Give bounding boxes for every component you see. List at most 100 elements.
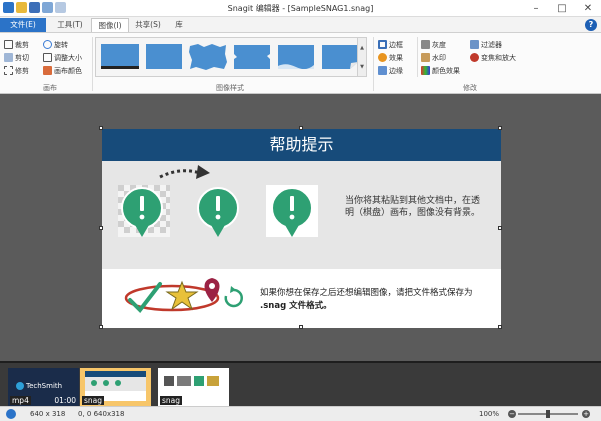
canvas-color-button[interactable]: 画布颜色 — [43, 65, 82, 76]
resize-handle[interactable] — [498, 226, 502, 230]
chevron-up-icon[interactable]: ▲ — [360, 45, 364, 51]
watermark-label: 水印 — [432, 53, 446, 62]
color-effects-button[interactable]: 颜色效果 — [421, 65, 460, 76]
border-icon — [378, 40, 387, 49]
style-thumb-edge[interactable] — [232, 42, 272, 72]
effects-icon — [378, 53, 387, 62]
canvas-color-icon — [43, 66, 52, 75]
resize-handle[interactable] — [299, 126, 303, 130]
tray-item-type: snag — [160, 396, 183, 405]
trim-icon — [4, 66, 13, 75]
filters-button[interactable]: 过滤器 — [470, 39, 502, 50]
styles-scrollbar[interactable]: ▲ ▼ — [357, 38, 366, 76]
grayscale-label: 灰度 — [432, 40, 446, 49]
rotate-icon — [43, 40, 52, 49]
crop-button[interactable]: 裁剪 — [4, 39, 29, 50]
color-effects-icon — [421, 66, 430, 75]
filters-icon — [470, 40, 479, 49]
resize-handle[interactable] — [99, 325, 103, 329]
tray-item-type: mp4 — [10, 396, 31, 405]
resize-handle[interactable] — [498, 325, 502, 329]
effects-button[interactable]: 效果 — [378, 52, 403, 63]
window-title: Snagit 编辑器 - [SampleSNAG1.snag] — [227, 4, 374, 13]
transparency-tip-text: 当你将其粘贴到其他文档中，在透明（棋盘）画布，图像没有背景。 — [345, 196, 481, 218]
zoom-out-button[interactable]: − — [508, 410, 516, 418]
ribbon-separator — [373, 37, 374, 91]
tab-share[interactable]: 共享(S) — [131, 18, 165, 32]
resize-button[interactable]: 调整大小 — [43, 52, 82, 63]
modify-group-label: 修改 — [463, 84, 477, 92]
icons-illustration — [124, 278, 243, 314]
resize-label: 调整大小 — [54, 53, 82, 62]
ribbon-separator — [417, 37, 418, 77]
rotate-button[interactable]: 旋转 — [43, 39, 68, 50]
chevron-down-icon[interactable]: ▼ — [360, 64, 364, 70]
status-bar: 640 x 318 0, 0 640x318 100% − + — [0, 406, 601, 421]
tray-item-video[interactable]: TechSmith mp4 01:00 — [8, 368, 79, 406]
resize-handle[interactable] — [99, 226, 103, 230]
edges-icon — [378, 66, 387, 75]
style-thumb-torn[interactable] — [188, 42, 228, 72]
tab-image[interactable]: 图像(I) — [91, 18, 129, 32]
watermark-icon — [421, 53, 430, 62]
image-document[interactable]: 帮助提示 当你将其粘贴到其他文档中，在透明（棋盘）画布，图像没有背景。 如果你想… — [99, 126, 502, 329]
spotlight-magnify-label: 变焦和放大 — [481, 53, 516, 62]
tray-item-snag[interactable]: snag — [158, 368, 229, 406]
cut-out-label: 剪切 — [15, 53, 29, 62]
techsmith-logo-icon — [16, 382, 24, 390]
resize-handle[interactable] — [99, 126, 103, 130]
grayscale-button[interactable]: 灰度 — [421, 39, 446, 50]
edges-button[interactable]: 边缘 — [378, 65, 403, 76]
watermark-button[interactable]: 水印 — [421, 52, 446, 63]
tab-file[interactable]: 文件(E) — [0, 18, 46, 32]
border-button[interactable]: 边框 — [378, 39, 403, 50]
edges-label: 边缘 — [389, 66, 403, 75]
spotlight-magnify-button[interactable]: 变焦和放大 — [470, 52, 516, 63]
border-label: 边框 — [389, 40, 403, 49]
grayscale-icon — [421, 40, 430, 49]
style-thumb-wave[interactable] — [276, 42, 316, 72]
cut-out-icon — [4, 53, 13, 62]
filters-label: 过滤器 — [481, 40, 502, 49]
canvas-group-label: 画布 — [43, 84, 57, 92]
spotlight-magnify-icon — [470, 53, 479, 62]
image-styles-gallery: ▲ ▼ — [95, 37, 367, 77]
zoom-in-button[interactable]: + — [582, 410, 590, 418]
tray-item-duration: 01:00 — [54, 396, 76, 405]
close-button[interactable]: ✕ — [575, 0, 601, 17]
crop-icon — [4, 40, 13, 49]
trim-label: 修剪 — [15, 66, 29, 75]
ribbon-panel: 裁剪 剪切 修剪 旋转 调整大小 画布颜色 画布 ▲ ▼ 图像样式 边框 效果 … — [0, 32, 601, 94]
cut-out-button[interactable]: 剪切 — [4, 52, 29, 63]
pin-icons-illustration — [118, 165, 318, 237]
resize-handle[interactable] — [498, 126, 502, 130]
tray-item-type: snag — [82, 396, 105, 405]
resize-icon — [43, 53, 52, 62]
cursor-position: 0, 0 640x318 — [78, 410, 125, 418]
image-middle-band: 当你将其粘贴到其他文档中，在透明（棋盘）画布，图像没有背景。 — [102, 161, 501, 269]
canvas-color-label: 画布颜色 — [54, 66, 82, 75]
crop-label: 裁剪 — [15, 40, 29, 49]
style-thumb-shadow[interactable] — [100, 42, 140, 72]
editor-canvas[interactable]: 帮助提示 当你将其粘贴到其他文档中，在透明（棋盘）画布，图像没有背景。 如果你想… — [0, 95, 601, 361]
zoom-slider-thumb[interactable] — [546, 410, 550, 418]
trim-button[interactable]: 修剪 — [4, 65, 29, 76]
info-icon[interactable] — [6, 409, 16, 419]
minimize-button[interactable]: – — [523, 0, 549, 17]
help-icon[interactable]: ? — [585, 19, 597, 31]
title-bar: Snagit 编辑器 - [SampleSNAG1.snag] – □ ✕ — [0, 0, 601, 17]
resize-handle[interactable] — [299, 325, 303, 329]
zoom-level: 100% — [479, 410, 500, 418]
style-thumb-plain[interactable] — [144, 42, 184, 72]
color-effects-label: 颜色效果 — [432, 66, 460, 75]
style-thumb-curl[interactable] — [320, 42, 360, 72]
snag-format-label: .snag 文件格式。 — [260, 301, 332, 311]
ribbon-tab-bar: 文件(E) 工具(T) 图像(I) 共享(S) 库 ? — [0, 17, 601, 32]
maximize-button[interactable]: □ — [549, 0, 575, 17]
image-size: 640 x 318 — [30, 410, 66, 418]
recent-captures-tray: TechSmith mp4 01:00 snag snag — [0, 361, 601, 406]
tray-item-snag-selected[interactable]: snag — [80, 368, 151, 406]
tab-library[interactable]: 库 — [167, 18, 191, 32]
image-header: 帮助提示 — [102, 129, 501, 161]
tab-tools[interactable]: 工具(T) — [50, 18, 90, 32]
